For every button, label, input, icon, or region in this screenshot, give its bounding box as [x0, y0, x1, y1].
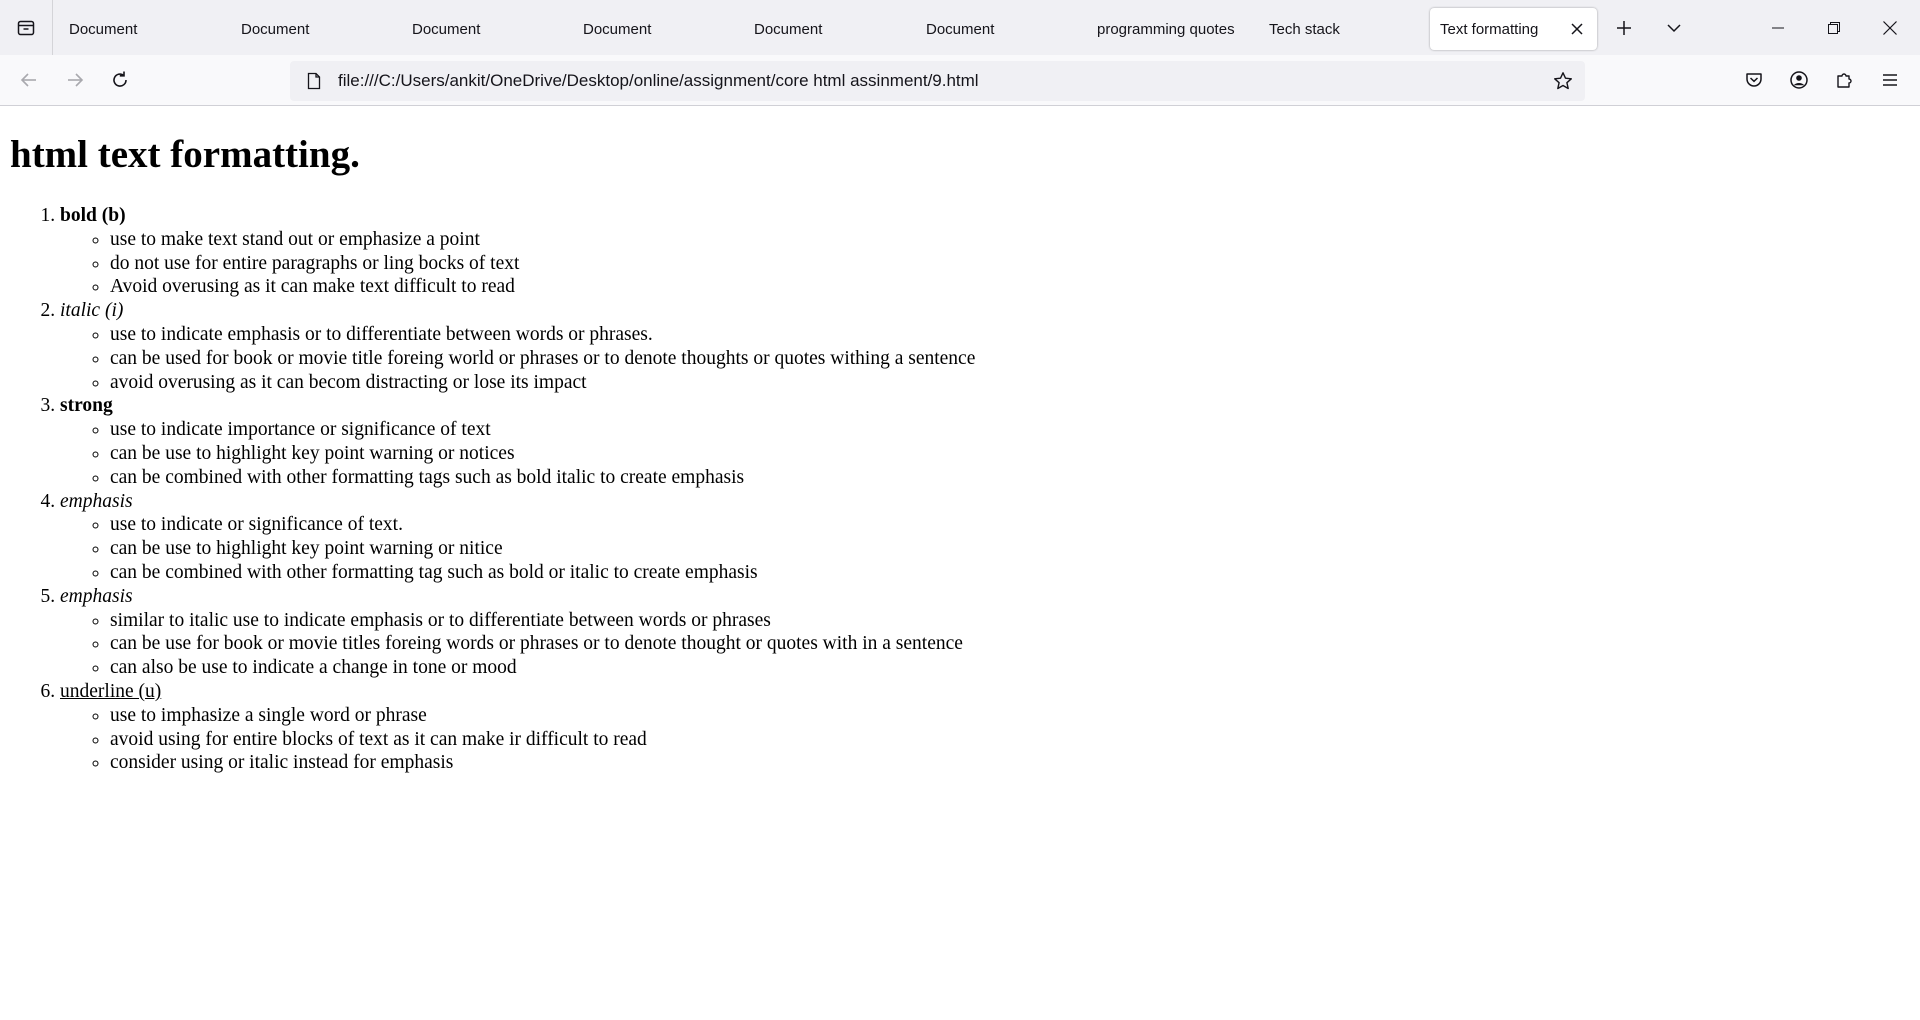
close-icon — [1570, 22, 1584, 36]
tab-label: Document — [583, 20, 652, 38]
navigation-toolbar: file:///C:/Users/ankit/OneDrive/Desktop/… — [0, 55, 1920, 106]
restore-icon — [1827, 21, 1841, 35]
pocket-icon — [1744, 70, 1764, 90]
tab-label: Tech stack — [1269, 20, 1340, 38]
sub-list-item: use to indicate importance or significan… — [110, 418, 975, 442]
tab-document-1[interactable]: Document — [53, 8, 225, 50]
hamburger-icon — [1881, 71, 1899, 89]
list-item-strong: strong use to indicate importance or sig… — [60, 394, 975, 489]
sub-list: use to indicate importance or significan… — [60, 418, 975, 489]
sub-list-item: can be used for book or movie title fore… — [110, 347, 975, 371]
pocket-button[interactable] — [1737, 63, 1771, 97]
page-icon[interactable] — [294, 61, 334, 101]
tab-programming-quotes[interactable]: programming quotes — [1081, 8, 1253, 50]
sub-list-item: can be use for book or movie titles fore… — [110, 632, 975, 656]
list-item-emphasis: emphasis use to indicate or significance… — [60, 490, 975, 585]
close-window-button[interactable] — [1867, 0, 1913, 55]
chevron-down-icon — [1665, 19, 1683, 37]
firefox-view-button[interactable] — [0, 0, 53, 55]
sub-list: use to indicate emphasis or to different… — [60, 323, 975, 394]
minimize-icon — [1771, 21, 1785, 35]
sub-list-item: can be combined with other formatting ta… — [110, 466, 975, 490]
sub-list-item: use to indicate or significance of text. — [110, 513, 975, 537]
list-all-tabs-button[interactable] — [1656, 10, 1692, 46]
account-icon — [1789, 70, 1809, 90]
tab-label: Document — [754, 20, 823, 38]
item-title: italic (i) — [60, 300, 124, 322]
close-tab-button[interactable] — [1563, 15, 1591, 43]
back-button[interactable] — [12, 63, 46, 97]
list-item-emphasis-2: emphasis similar to italic use to indica… — [60, 585, 975, 680]
sub-list-item: Avoid overusing as it can make text diff… — [110, 275, 975, 299]
sub-list-item: use to indicate emphasis or to different… — [110, 323, 975, 347]
forward-button[interactable] — [58, 63, 92, 97]
puzzle-icon — [1835, 70, 1855, 90]
tab-label: Document — [69, 20, 138, 38]
arrow-left-icon — [19, 70, 39, 90]
sub-list-item: can be use to highlight key point warnin… — [110, 442, 975, 466]
sub-list-item: use to imphasize a single word or phrase — [110, 704, 975, 728]
item-title: bold (b) — [60, 205, 126, 226]
sub-list-item: can be use to highlight key point warnin… — [110, 537, 975, 561]
tab-document-2[interactable]: Document — [225, 8, 397, 50]
sub-list: use to indicate or significance of text.… — [60, 513, 975, 584]
tab-document-5[interactable]: Document — [738, 8, 910, 50]
sub-list-item: can be combined with other formatting ta… — [110, 561, 975, 585]
sub-list-item: avoid using for entire blocks of text as… — [110, 728, 975, 752]
sub-list-item: avoid overusing as it can becom distract… — [110, 371, 975, 395]
tab-document-6[interactable]: Document — [910, 8, 1082, 50]
tab-text-formatting[interactable]: Text formatting — [1430, 8, 1597, 50]
item-title: emphasis — [60, 585, 133, 607]
list-item-italic: italic (i) use to indicate emphasis or t… — [60, 299, 975, 394]
star-icon — [1553, 71, 1573, 91]
list-item-underline: underline (u) use to imphasize a single … — [60, 680, 975, 775]
restore-window-button[interactable] — [1811, 0, 1857, 55]
sub-list-item: similar to italic use to indicate emphas… — [110, 609, 975, 633]
close-icon — [1882, 20, 1898, 36]
sub-list: similar to italic use to indicate emphas… — [60, 609, 975, 680]
sub-list-item: do not use for entire paragraphs or ling… — [110, 252, 975, 276]
sub-list-item: consider using or italic instead for emp… — [110, 751, 975, 775]
reload-button[interactable] — [103, 63, 137, 97]
page-heading: html text formatting. — [10, 133, 360, 176]
arrow-right-icon — [65, 70, 85, 90]
new-tab-button[interactable] — [1606, 10, 1642, 46]
url-text[interactable]: file:///C:/Users/ankit/OneDrive/Desktop/… — [334, 71, 1543, 91]
minimize-window-button[interactable] — [1755, 0, 1801, 55]
page-content: html text formatting. bold (b) use to ma… — [0, 106, 1920, 1020]
tab-tech-stack[interactable]: Tech stack — [1253, 8, 1425, 50]
extensions-button[interactable] — [1828, 63, 1862, 97]
sub-list-item: use to make text stand out or emphasize … — [110, 228, 975, 252]
item-title: underline (u) — [60, 680, 162, 702]
tab-label: Document — [926, 20, 995, 38]
plus-icon — [1615, 19, 1633, 37]
list-item-bold: bold (b) use to make text stand out or e… — [60, 204, 975, 299]
tab-strip: Document Document Document Document Docu… — [0, 0, 1920, 55]
tab-label: Document — [241, 20, 310, 38]
formatting-list: bold (b) use to make text stand out or e… — [0, 204, 975, 775]
menu-button[interactable] — [1873, 63, 1907, 97]
account-button[interactable] — [1782, 63, 1816, 97]
tab-document-3[interactable]: Document — [396, 8, 568, 50]
firefox-view-icon — [16, 18, 36, 38]
item-title: strong — [60, 395, 113, 417]
sub-list: use to imphasize a single word or phrase… — [60, 704, 975, 775]
tab-label: Text formatting — [1440, 20, 1539, 38]
item-title: emphasis — [60, 490, 133, 512]
sub-list-item: can also be use to indicate a change in … — [110, 656, 975, 680]
reload-icon — [110, 70, 130, 90]
tab-document-4[interactable]: Document — [567, 8, 739, 50]
tab-label: Document — [412, 20, 481, 38]
bookmark-button[interactable] — [1543, 61, 1583, 101]
sub-list: use to make text stand out or emphasize … — [60, 228, 975, 299]
tab-label: programming quotes — [1097, 20, 1235, 38]
url-bar[interactable]: file:///C:/Users/ankit/OneDrive/Desktop/… — [290, 61, 1585, 101]
